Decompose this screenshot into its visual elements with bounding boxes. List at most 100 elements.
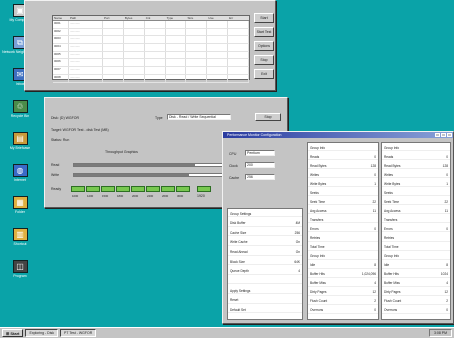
list-item[interactable]: Seek Time 22 [382, 199, 450, 206]
desktop-icon[interactable]: ♲ Recycle Bin [3, 100, 37, 118]
results-button[interactable]: Options [254, 41, 274, 51]
results-button[interactable]: Stop [254, 55, 274, 65]
config-window[interactable]: Performance Monitor Configuration CPU Pen… [222, 131, 454, 324]
config-titlebar[interactable]: Performance Monitor Configuration [223, 132, 453, 138]
list-item[interactable]: Read Ahead On [228, 250, 302, 256]
list-item[interactable]: Seeks [382, 190, 450, 197]
column-header[interactable]: Path [69, 16, 103, 20]
list-item[interactable]: Writes 0 [382, 172, 450, 179]
list-item[interactable]: Dirty Pages 12 [382, 290, 450, 296]
list-item[interactable]: Retries [308, 236, 378, 242]
minimize-button[interactable] [435, 133, 440, 137]
column-header[interactable]: Cnt [145, 16, 166, 20]
table-row[interactable]: 0002............ [53, 28, 250, 37]
group-info-list-a[interactable]: Group Info Reads 0 Read Bytes 128 Writes 0 Writ… [307, 142, 379, 320]
level-meter-caption: 3000 [177, 194, 184, 198]
table-cell [228, 59, 250, 67]
list-item[interactable]: Default Set [228, 307, 302, 314]
list-item[interactable]: Group Settings [228, 211, 302, 217]
table-cell: 0002 [53, 28, 69, 36]
list-item[interactable]: Dirty Pages 12 [308, 290, 378, 296]
type-field[interactable]: Disk - Read / Write Sequential [167, 114, 231, 120]
column-header[interactable]: Port [103, 16, 124, 20]
list-item[interactable]: Overruns 0 [382, 308, 450, 314]
taskbar-item-pt-test[interactable]: PT Test - WGFOR [60, 329, 97, 337]
start-button[interactable]: ⊞ Start [2, 329, 24, 337]
maximize-button[interactable] [441, 133, 446, 137]
results-table[interactable]: Name Path Port Bytes Cnt Type Size Use Err 0001.… [52, 15, 250, 83]
close-button[interactable] [447, 133, 452, 137]
list-item[interactable]: Read Bytes 128 [382, 163, 450, 170]
table-row[interactable]: 0004............ [53, 44, 250, 52]
list-item[interactable]: Buffer Hits 1,024,096 [308, 272, 378, 278]
table-row[interactable]: 0003............ [53, 36, 250, 45]
results-button[interactable]: Start [254, 13, 274, 23]
desktop-icon[interactable]: ◍ Internet [3, 164, 37, 182]
table-row[interactable]: 0008............ [53, 74, 250, 83]
list-item[interactable]: Reads 0 [382, 154, 450, 161]
list-item[interactable]: Queue Depth 4 [228, 269, 302, 275]
list-item[interactable]: Avg Access 11 [382, 208, 450, 215]
list-item[interactable]: Block Size 64K [228, 259, 302, 266]
list-item[interactable]: Errors 0 [308, 226, 378, 233]
list-item[interactable]: Transfers [308, 217, 378, 224]
list-item[interactable]: Write Cache On [228, 240, 302, 246]
list-item[interactable]: Reset [228, 298, 302, 304]
list-item[interactable]: Apply Settings [228, 288, 302, 295]
stop-button[interactable]: Stop [255, 113, 281, 121]
list-item[interactable]: Buffer Miss 4 [308, 281, 378, 287]
list-item[interactable]: Read Bytes 128 [308, 163, 378, 170]
taskbar-item-exploring[interactable]: Exploring - Disk [25, 329, 58, 337]
list-item[interactable]: Idle 8 [382, 263, 450, 269]
table-row[interactable]: 0005............ [53, 51, 250, 60]
list-item[interactable] [228, 278, 302, 285]
list-item[interactable]: Write Bytes 1 [308, 181, 378, 188]
column-header[interactable]: Bytes [124, 16, 145, 20]
results-window[interactable]: Name Path Port Bytes Cnt Type Size Use Err 0001.… [24, 0, 276, 91]
list-item[interactable]: Retries [382, 236, 450, 242]
list-item[interactable]: Total Time [308, 245, 378, 251]
list-item[interactable]: Cache Size 256 [228, 230, 302, 237]
list-item[interactable]: Avg Access 11 [308, 208, 378, 215]
column-header[interactable]: Err [228, 16, 250, 20]
config-field-input[interactable]: 200 [245, 162, 275, 168]
list-item[interactable]: Overruns 0 [308, 308, 378, 314]
table-row[interactable]: 0001............ [53, 21, 250, 29]
list-item[interactable]: Buffer Miss 4 [382, 281, 450, 287]
table-cell [186, 21, 208, 28]
list-item[interactable]: Idle 8 [308, 263, 378, 269]
list-item[interactable]: Seek Time 22 [308, 199, 378, 206]
desktop-icon[interactable]: ▤ My Briefcase [3, 132, 37, 150]
desktop-icon[interactable]: ▦ Folder [3, 196, 37, 214]
table-row[interactable]: 0006............ [53, 59, 250, 68]
settings-list[interactable]: Group Settings Disk Buffer 4M Cache Size 256… [227, 208, 303, 320]
list-item[interactable]: Group Info [308, 254, 378, 260]
list-item[interactable]: Total Time [382, 245, 450, 251]
list-item[interactable]: Seeks [308, 190, 378, 197]
list-item[interactable]: Buffer Hits 1024 [382, 272, 450, 278]
group-info-list-b[interactable]: Group Info Reads 0 Read Bytes 128 Writes 0 Writ… [381, 142, 451, 320]
table-row[interactable]: 0007............ [53, 67, 250, 75]
list-item[interactable]: Group Info [382, 145, 450, 151]
results-button[interactable]: Exit [254, 69, 274, 79]
list-item[interactable]: Transfers [382, 217, 450, 224]
config-field-input[interactable]: Pentium [245, 150, 275, 156]
config-field-input[interactable]: 256 [245, 174, 275, 180]
list-item[interactable]: Errors 0 [382, 226, 450, 233]
list-item[interactable]: Flush Count 2 [382, 299, 450, 305]
desktop-icon[interactable]: ▥ Shortcut [3, 228, 37, 246]
list-item[interactable]: Writes 0 [308, 172, 378, 179]
desktop-icon-glyph: ◫ [12, 260, 28, 273]
list-item[interactable]: Group Info [308, 145, 378, 151]
desktop-icon[interactable]: ◫ Program [3, 260, 37, 278]
list-item[interactable]: Flush Count 2 [308, 299, 378, 305]
list-item[interactable]: Disk Buffer 4M [228, 221, 302, 227]
list-item[interactable]: Reads 0 [308, 154, 378, 161]
column-header[interactable]: Name [53, 16, 69, 20]
results-button[interactable]: Start Test [254, 27, 274, 37]
column-header[interactable]: Use [207, 16, 229, 20]
column-header[interactable]: Type [166, 16, 187, 20]
list-item[interactable]: Group Info [382, 254, 450, 260]
column-header[interactable]: Size [186, 16, 208, 20]
list-item[interactable]: Write Bytes 1 [382, 181, 450, 188]
